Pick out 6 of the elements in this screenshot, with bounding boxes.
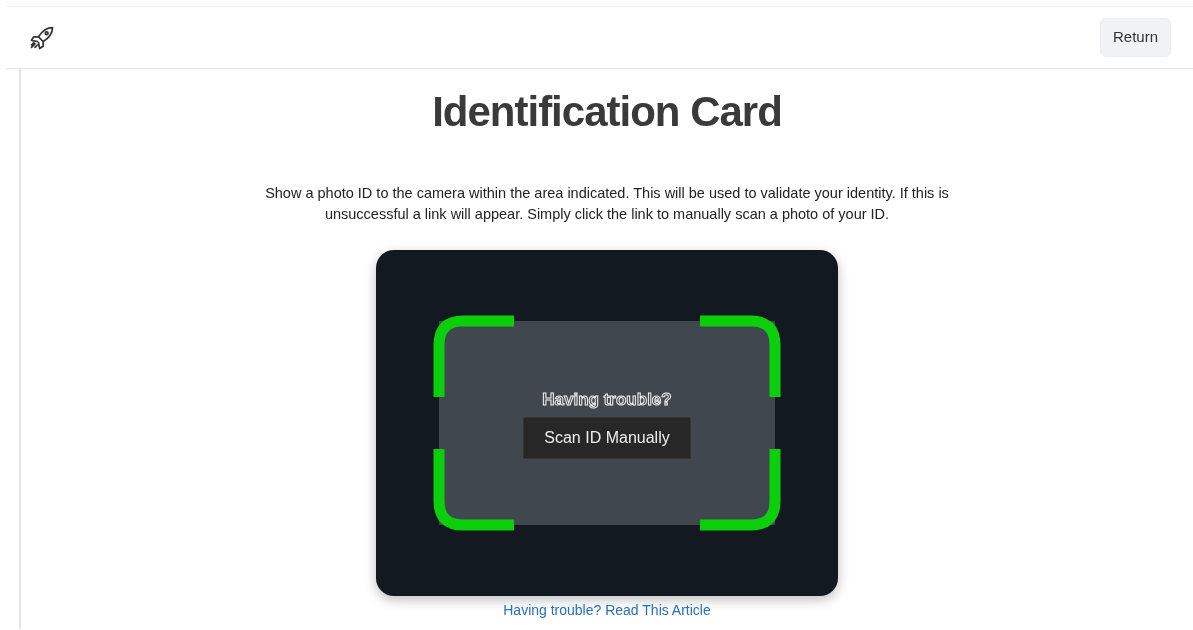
instructions-text: Show a photo ID to the camera within the area indicated. This will be used to validate your identity. If this is unsuccessful a link will appear. Simply click the link to manually scan a photo of your ID. [264, 184, 950, 224]
prompt-text: Having trouble? [542, 389, 672, 412]
page-title: Identification Card [432, 87, 782, 137]
return-button[interactable]: Return [1099, 18, 1171, 57]
help-article-link[interactable]: Having trouble? Read This Article [503, 600, 711, 621]
scan-manually-button[interactable]: Scan ID Manually [523, 416, 691, 459]
